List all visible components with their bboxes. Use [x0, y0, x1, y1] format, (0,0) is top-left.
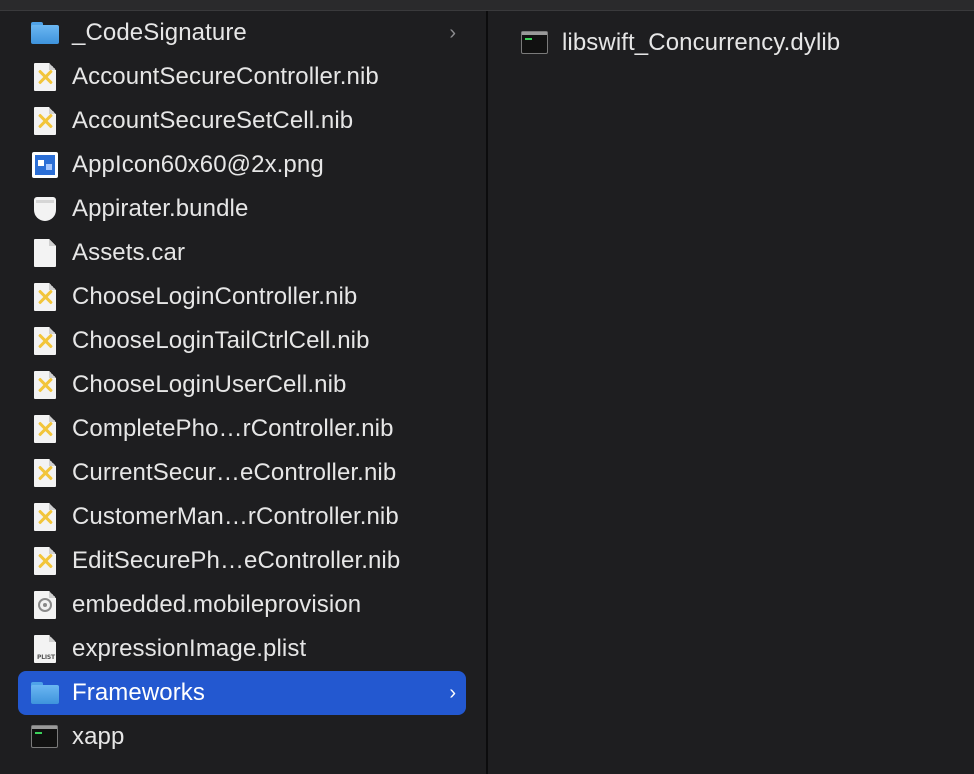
folder-icon [30, 678, 60, 708]
list-item-label: ChooseLoginTailCtrlCell.nib [72, 327, 370, 354]
bundle-icon [30, 194, 60, 224]
list-item[interactable]: ChooseLoginController.nib [18, 275, 466, 319]
finder-column-app-contents[interactable]: _CodeSignature › AccountSecureController… [0, 11, 486, 774]
nib-file-icon [30, 106, 60, 136]
list-item-frameworks-folder[interactable]: Frameworks › [18, 671, 466, 715]
provision-gear-icon [30, 590, 60, 620]
document-icon [30, 238, 60, 268]
list-item-label: ChooseLoginController.nib [72, 283, 358, 310]
list-item-label: AccountSecureSetCell.nib [72, 107, 354, 134]
chevron-right-icon: › [449, 682, 456, 704]
executable-icon [30, 722, 60, 752]
list-item[interactable]: AccountSecureSetCell.nib [18, 99, 466, 143]
list-item[interactable]: PLIST expressionImage.plist [18, 627, 466, 671]
list-item-label: CompletePho…rController.nib [72, 415, 394, 442]
list-item[interactable]: CustomerMan…rController.nib [18, 495, 466, 539]
list-item-label: libswift_Concurrency.dylib [562, 29, 841, 56]
list-item-label: expressionImage.plist [72, 635, 307, 662]
list-item[interactable]: libswift_Concurrency.dylib [508, 21, 948, 65]
nib-file-icon [30, 502, 60, 532]
list-item[interactable]: xapp [18, 715, 466, 759]
list-item-label: ChooseLoginUserCell.nib [72, 371, 347, 398]
list-item-label: CurrentSecur…eController.nib [72, 459, 397, 486]
list-item-label: _CodeSignature [72, 19, 247, 46]
nib-file-icon [30, 282, 60, 312]
list-item-codesignature-folder[interactable]: _CodeSignature › [18, 11, 466, 55]
list-item[interactable]: Assets.car [18, 231, 466, 275]
list-item[interactable]: AccountSecureController.nib [18, 55, 466, 99]
list-item[interactable]: CurrentSecur…eController.nib [18, 451, 466, 495]
list-item[interactable]: ChooseLoginTailCtrlCell.nib [18, 319, 466, 363]
list-item-label: Assets.car [72, 239, 186, 266]
nib-file-icon [30, 458, 60, 488]
list-item-label: AccountSecureController.nib [72, 63, 379, 90]
folder-icon [30, 18, 60, 48]
list-item-label: AppIcon60x60@2x.png [72, 151, 324, 178]
list-item-label: embedded.mobileprovision [72, 591, 362, 618]
list-item[interactable]: AppIcon60x60@2x.png [18, 143, 466, 187]
nib-file-icon [30, 546, 60, 576]
list-item-label: Frameworks [72, 679, 206, 706]
list-item[interactable]: embedded.mobileprovision [18, 583, 466, 627]
list-item-label: EditSecurePh…eController.nib [72, 547, 401, 574]
list-item[interactable]: CompletePho…rController.nib [18, 407, 466, 451]
nib-file-icon [30, 62, 60, 92]
list-item[interactable]: EditSecurePh…eController.nib [18, 539, 466, 583]
window-top-bar [0, 0, 974, 11]
list-item-label: Appirater.bundle [72, 195, 249, 222]
list-item-label: xapp [72, 723, 125, 750]
nib-file-icon [30, 370, 60, 400]
plist-file-icon: PLIST [30, 634, 60, 664]
chevron-right-icon: › [449, 22, 456, 44]
list-item-label: CustomerMan…rController.nib [72, 503, 399, 530]
list-item[interactable]: Appirater.bundle [18, 187, 466, 231]
nib-file-icon [30, 414, 60, 444]
executable-icon [520, 28, 550, 58]
nib-file-icon [30, 326, 60, 356]
list-item[interactable]: ChooseLoginUserCell.nib [18, 363, 466, 407]
png-image-icon [30, 150, 60, 180]
finder-column-frameworks[interactable]: libswift_Concurrency.dylib [488, 11, 974, 774]
